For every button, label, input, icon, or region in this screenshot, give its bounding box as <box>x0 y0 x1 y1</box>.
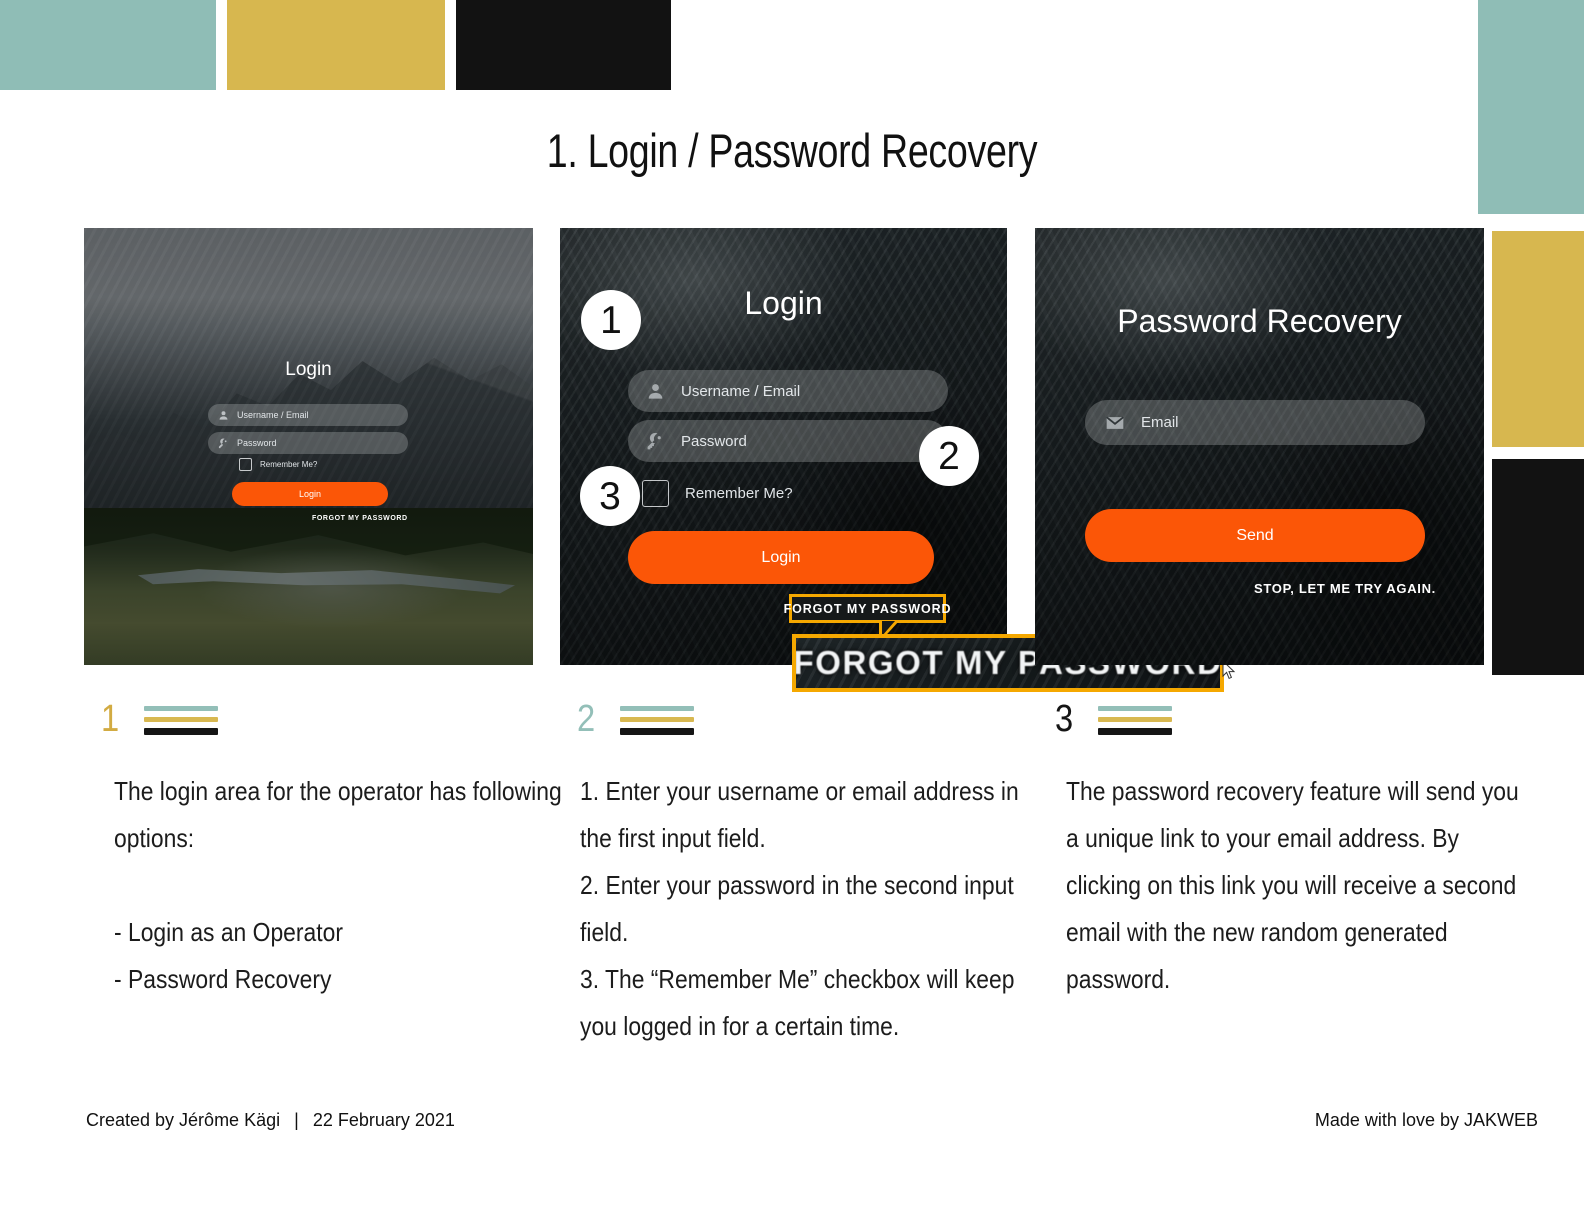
screenshot-panel-password-recovery: Password Recovery Email Send STOP, LET M… <box>1035 228 1484 665</box>
step-body-1: The login area for the operator has foll… <box>114 776 562 994</box>
callout-bubble-1: 1 <box>581 290 641 350</box>
rule-teal <box>620 706 695 711</box>
rule-teal <box>1098 706 1173 711</box>
rule-gold <box>620 717 695 722</box>
password-placeholder: Password <box>237 438 277 448</box>
key-icon <box>218 438 229 449</box>
login-button[interactable]: Login <box>232 482 388 506</box>
footer-author: Created by Jérôme Kägi <box>86 1110 281 1130</box>
rule-gold <box>144 717 219 722</box>
envelope-icon <box>1105 413 1125 433</box>
step-rules <box>1098 706 1173 735</box>
remember-me-checkbox[interactable] <box>642 480 669 507</box>
footer-date: 22 February 2021 <box>312 1110 455 1130</box>
rule-black <box>1098 728 1173 735</box>
remember-me-row[interactable]: Remember Me? <box>239 458 317 471</box>
step-number-2: 2 <box>577 698 596 740</box>
step-marker-2: 2 <box>577 698 695 740</box>
user-icon <box>646 382 665 401</box>
step-number-1: 1 <box>101 698 120 740</box>
email-placeholder: Email <box>1141 414 1179 431</box>
email-field[interactable]: Email <box>1085 400 1425 445</box>
step-marker-3: 3 <box>1055 698 1173 740</box>
deco-block-top-gold <box>227 0 445 90</box>
password-field-large[interactable]: Password <box>628 420 948 462</box>
callout-bubble-2: 2 <box>919 426 979 486</box>
remember-me-label: Remember Me? <box>260 460 318 469</box>
callout-bubble-3: 3 <box>580 466 640 526</box>
remember-me-row-large[interactable]: Remember Me? <box>642 480 793 507</box>
deco-block-top-teal <box>0 0 216 90</box>
username-placeholder: Username / Email <box>681 382 801 400</box>
rule-gold <box>1098 717 1173 722</box>
key-icon <box>646 432 665 451</box>
footer-separator: | <box>294 1110 299 1130</box>
deco-block-right-teal <box>1478 0 1584 214</box>
login-form-small: Login Username / Email Password Remember… <box>84 228 533 665</box>
screenshot-panel-login-small: Login Username / Email Password Remember… <box>84 228 533 665</box>
deco-block-right-gold <box>1492 231 1584 447</box>
footer-left: Created by Jérôme Kägi | 22 February 202… <box>86 1110 455 1131</box>
remember-me-label: Remember Me? <box>685 485 793 502</box>
step-rules <box>144 706 219 735</box>
username-field[interactable]: Username / Email <box>208 404 408 426</box>
step-body-3: The password recovery feature will send … <box>1066 776 1526 994</box>
password-recovery-form: Password Recovery Email Send STOP, LET M… <box>1035 228 1484 665</box>
password-placeholder: Password <box>681 432 747 450</box>
login-button-large[interactable]: Login <box>628 531 934 584</box>
try-again-link[interactable]: STOP, LET ME TRY AGAIN. <box>1254 581 1436 596</box>
step-rules <box>620 706 695 735</box>
login-heading: Login <box>285 359 332 380</box>
deco-block-top-black <box>456 0 671 90</box>
rule-black <box>620 728 695 735</box>
password-recovery-heading: Password Recovery <box>1117 303 1402 339</box>
forgot-password-link[interactable]: FORGOT MY PASSWORD <box>312 515 408 522</box>
step-marker-1: 1 <box>101 698 219 740</box>
username-field-large[interactable]: Username / Email <box>628 370 948 412</box>
footer-credit: Made with love by JAKWEB <box>1314 1110 1538 1130</box>
remember-me-checkbox[interactable] <box>239 458 252 471</box>
rule-teal <box>144 706 219 711</box>
send-button[interactable]: Send <box>1085 509 1425 562</box>
password-field[interactable]: Password <box>208 432 408 454</box>
forgot-password-highlight-box[interactable]: FORGOT MY PASSWORD <box>784 594 951 623</box>
page-title: 1. Login / Password Recovery <box>546 124 1038 177</box>
rule-black <box>144 728 219 735</box>
step-number-3: 3 <box>1055 698 1074 740</box>
user-icon <box>218 410 229 421</box>
username-placeholder: Username / Email <box>237 410 309 420</box>
forgot-password-highlight-label: FORGOT MY PASSWORD <box>783 601 952 616</box>
slide-page: 1. Login / Password Recovery Login Usern… <box>0 0 1584 1224</box>
deco-block-right-black <box>1492 459 1584 675</box>
step-body-2: 1. Enter your username or email address … <box>580 776 1019 1041</box>
